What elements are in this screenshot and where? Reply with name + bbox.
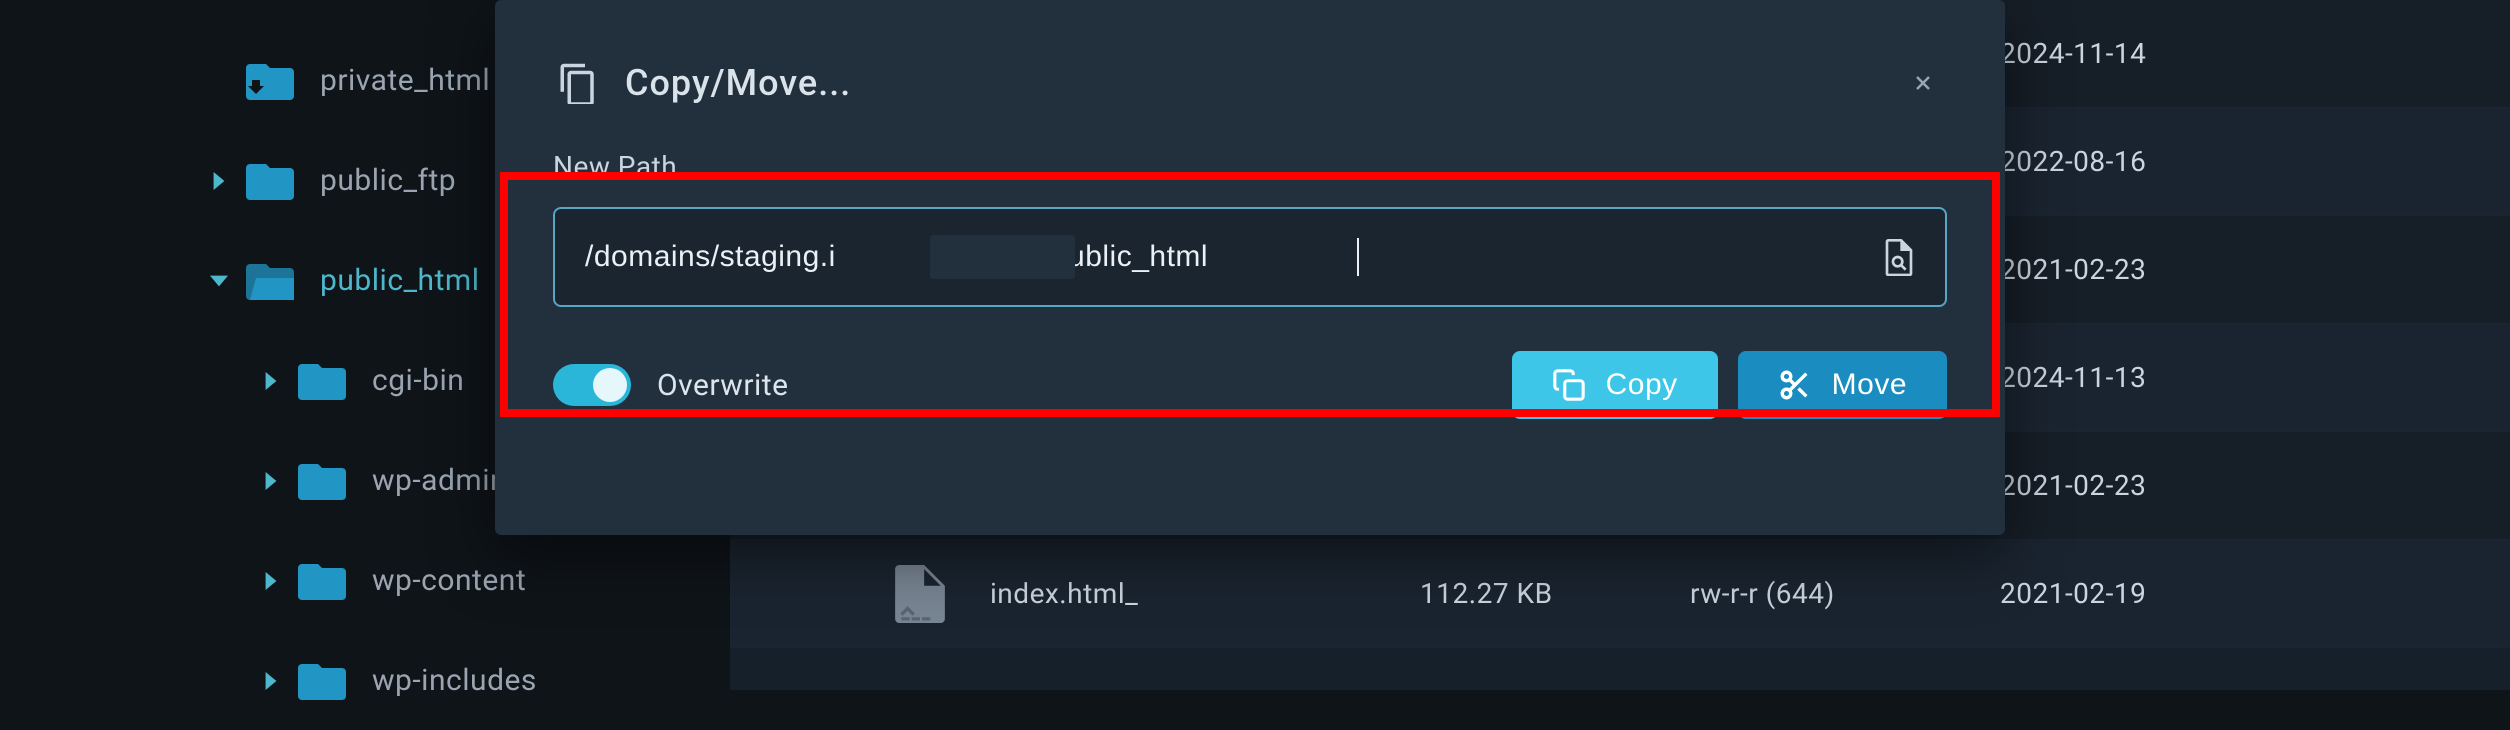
copy-button-label: Copy	[1606, 368, 1678, 402]
copy-move-modal: Copy/Move... New Path Overwrite Copy	[495, 0, 2005, 535]
sidebar-item-label: public_html	[320, 263, 480, 298]
file-date: 2024-11-13	[2000, 361, 2510, 394]
folder-shortcut-icon	[246, 60, 294, 100]
sidebar-item-label: public_ftp	[320, 163, 456, 198]
table-row[interactable]: index.html_ 112.27 KB rw-r-r (644) 2021-…	[730, 540, 2510, 648]
chevron-down-icon	[210, 263, 246, 298]
close-button[interactable]	[1903, 63, 1943, 103]
folder-open-icon	[246, 260, 294, 300]
move-button-label: Move	[1832, 368, 1907, 402]
path-field-label: New Path	[553, 150, 1947, 183]
browse-path-button[interactable]	[1883, 239, 1915, 275]
chevron-right-icon	[210, 163, 246, 198]
chevron-right-icon	[262, 463, 298, 498]
modal-footer: Overwrite Copy Move	[495, 307, 2005, 419]
sidebar-item-label: cgi-bin	[372, 363, 464, 398]
folder-icon	[298, 460, 346, 500]
new-path-input[interactable]	[585, 240, 1883, 274]
file-size: 112.27 KB	[1420, 577, 1690, 610]
file-icon-cell	[850, 565, 990, 623]
overwrite-toggle[interactable]	[553, 364, 631, 406]
move-button[interactable]: Move	[1738, 351, 1947, 419]
copy-icon	[557, 62, 599, 104]
modal-header: Copy/Move...	[495, 0, 2005, 150]
sidebar-item-wp-content[interactable]: wp-content	[0, 530, 730, 630]
file-icon	[895, 565, 945, 623]
sidebar-item-label: wp-includes	[372, 663, 537, 698]
copy-button[interactable]: Copy	[1512, 351, 1718, 419]
file-date: 2022-08-16	[2000, 145, 2510, 178]
file-date: 2024-11-14	[2000, 37, 2510, 70]
sidebar-item-label: private_html	[320, 63, 490, 98]
folder-icon	[298, 360, 346, 400]
chevron-right-icon	[262, 663, 298, 698]
file-date: 2021-02-19	[2000, 577, 2510, 610]
folder-icon	[298, 660, 346, 700]
file-perms: rw-r-r (644)	[1690, 577, 2000, 610]
file-date: 2021-02-23	[2000, 469, 2510, 502]
copy-icon	[1552, 368, 1586, 402]
chevron-right-icon	[262, 363, 298, 398]
path-input-wrap	[553, 207, 1947, 307]
folder-icon	[246, 160, 294, 200]
file-date: 2021-02-23	[2000, 253, 2510, 286]
overwrite-label: Overwrite	[657, 368, 789, 403]
modal-title: Copy/Move...	[625, 62, 1903, 104]
sidebar-item-wp-includes[interactable]: wp-includes	[0, 630, 730, 730]
folder-icon	[298, 560, 346, 600]
sidebar-item-label: wp-admin	[372, 463, 507, 498]
close-icon	[1911, 71, 1935, 95]
toggle-knob	[593, 368, 627, 402]
redaction-block	[930, 235, 1075, 279]
modal-body: New Path	[495, 150, 2005, 307]
file-name: index.html_	[990, 577, 1420, 610]
chevron-right-icon	[262, 563, 298, 598]
sidebar-item-label: wp-content	[372, 563, 526, 598]
scissors-icon	[1778, 368, 1812, 402]
